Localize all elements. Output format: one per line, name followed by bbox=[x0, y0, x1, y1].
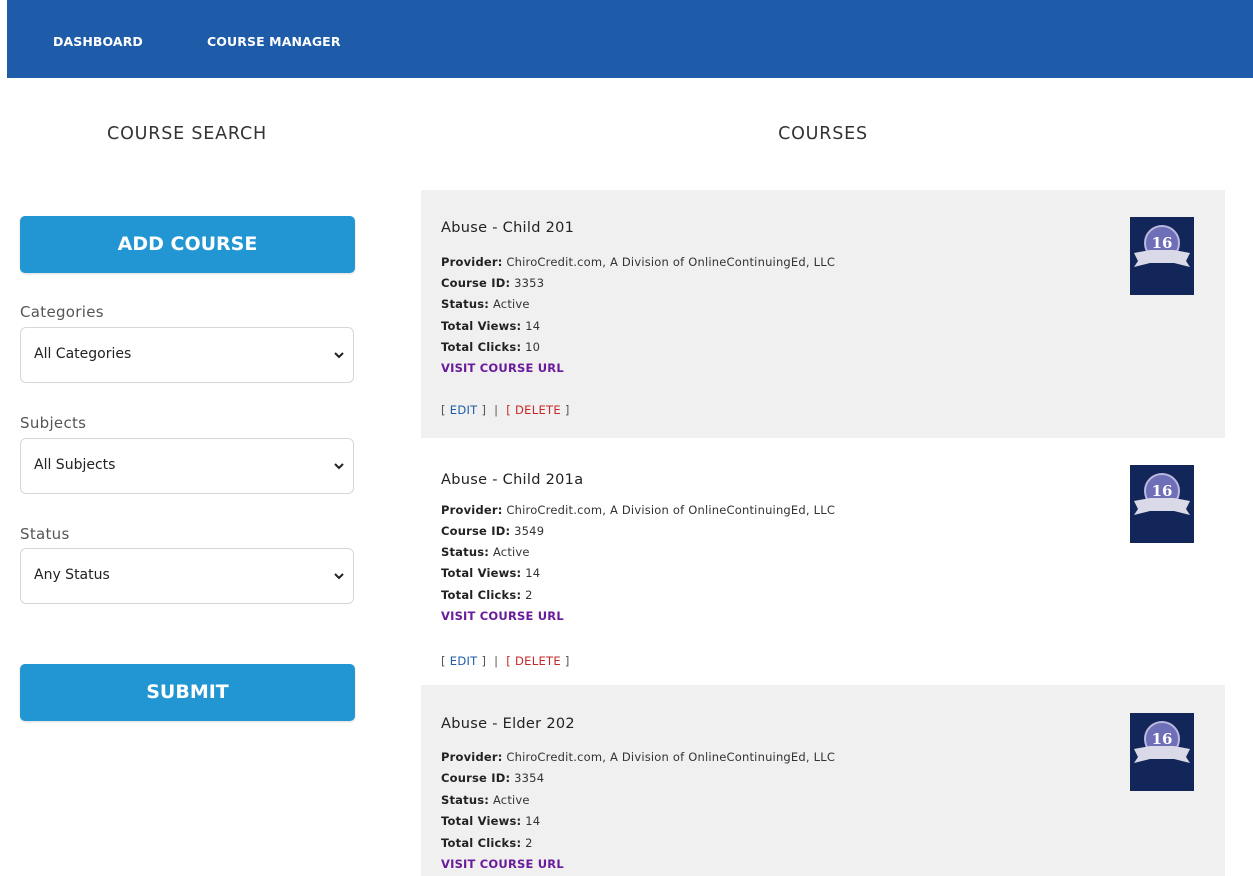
course-actions: [ EDIT ] | [ DELETE ] bbox=[441, 403, 570, 417]
submit-button[interactable]: SUBMIT bbox=[20, 664, 355, 721]
status-value: Active bbox=[492, 793, 530, 807]
subjects-label: Subjects bbox=[20, 414, 87, 432]
course-clicks: Total Clicks: 2 bbox=[441, 836, 533, 850]
clicks-label: Total Clicks: bbox=[441, 340, 522, 354]
status-label: Status bbox=[20, 525, 70, 543]
courses-heading: COURSES bbox=[778, 124, 868, 144]
provider-value: ChiroCredit.com, A Division of OnlineCon… bbox=[506, 750, 836, 764]
status-select[interactable]: Any Status bbox=[20, 548, 354, 604]
nav-dashboard[interactable]: DASHBOARD bbox=[53, 34, 143, 49]
course-clicks: Total Clicks: 2 bbox=[441, 588, 533, 602]
provider-label: Provider: bbox=[441, 750, 503, 764]
course-card: Abuse - Child 201 Provider: ChiroCredit.… bbox=[421, 190, 1225, 438]
anniversary-badge-icon: 16 bbox=[1134, 225, 1190, 267]
course-id: Course ID: 3549 bbox=[441, 524, 544, 538]
anniversary-badge-icon: 16 bbox=[1134, 721, 1190, 763]
visit-course-url-link[interactable]: VISIT COURSE URL bbox=[441, 857, 564, 871]
course-title: Abuse - Child 201 bbox=[441, 220, 575, 236]
course-clicks: Total Clicks: 10 bbox=[441, 340, 540, 354]
status-select-value: Any Status bbox=[34, 567, 110, 583]
anniversary-badge-icon: 16 bbox=[1134, 473, 1190, 515]
categories-label: Categories bbox=[20, 303, 104, 321]
course-id: Course ID: 3354 bbox=[441, 771, 544, 785]
edit-link[interactable]: EDIT bbox=[450, 403, 478, 417]
clicks-label: Total Clicks: bbox=[441, 588, 522, 602]
views-value: 14 bbox=[525, 814, 541, 828]
top-nav-bar: DASHBOARD COURSE MANAGER bbox=[7, 0, 1253, 78]
course-id-value: 3353 bbox=[514, 276, 545, 290]
nav-course-manager[interactable]: COURSE MANAGER bbox=[207, 34, 341, 49]
badge-number: 16 bbox=[1152, 234, 1173, 252]
course-actions: [ EDIT ] | [ DELETE ] bbox=[441, 654, 570, 668]
provider-label: Provider: bbox=[441, 255, 503, 269]
course-views: Total Views: 14 bbox=[441, 814, 540, 828]
provider-label: Provider: bbox=[441, 503, 503, 517]
delete-link[interactable]: DELETE bbox=[515, 654, 561, 668]
course-title: Abuse - Elder 202 bbox=[441, 716, 575, 732]
views-label: Total Views: bbox=[441, 566, 522, 580]
subjects-select[interactable]: All Subjects bbox=[20, 438, 354, 494]
status-field-label: Status: bbox=[441, 297, 490, 311]
course-id: Course ID: 3353 bbox=[441, 276, 544, 290]
views-value: 14 bbox=[525, 319, 541, 333]
add-course-button[interactable]: ADD COURSE bbox=[20, 216, 355, 273]
course-thumbnail: 16 bbox=[1130, 217, 1194, 295]
provider-value: ChiroCredit.com, A Division of OnlineCon… bbox=[506, 503, 836, 517]
status-field-label: Status: bbox=[441, 793, 490, 807]
visit-course-url-link[interactable]: VISIT COURSE URL bbox=[441, 361, 564, 375]
chevron-down-icon bbox=[334, 352, 344, 359]
chevron-down-icon bbox=[334, 573, 344, 580]
visit-course-url-link[interactable]: VISIT COURSE URL bbox=[441, 609, 564, 623]
course-id-label: Course ID: bbox=[441, 771, 511, 785]
course-provider: Provider: ChiroCredit.com, A Division of… bbox=[441, 503, 835, 517]
badge-number: 16 bbox=[1152, 730, 1173, 748]
course-search-heading: COURSE SEARCH bbox=[107, 124, 267, 144]
course-views: Total Views: 14 bbox=[441, 319, 540, 333]
course-id-value: 3354 bbox=[514, 771, 545, 785]
provider-value: ChiroCredit.com, A Division of OnlineCon… bbox=[506, 255, 836, 269]
views-value: 14 bbox=[525, 566, 541, 580]
subjects-select-value: All Subjects bbox=[34, 457, 116, 473]
delete-link[interactable]: DELETE bbox=[515, 403, 561, 417]
course-provider: Provider: ChiroCredit.com, A Division of… bbox=[441, 255, 835, 269]
course-views: Total Views: 14 bbox=[441, 566, 540, 580]
status-value: Active bbox=[492, 545, 530, 559]
chevron-down-icon bbox=[334, 463, 344, 470]
clicks-value: 2 bbox=[525, 836, 533, 850]
clicks-value: 10 bbox=[525, 340, 541, 354]
course-thumbnail: 16 bbox=[1130, 713, 1194, 791]
status-value: Active bbox=[492, 297, 530, 311]
course-provider: Provider: ChiroCredit.com, A Division of… bbox=[441, 750, 835, 764]
views-label: Total Views: bbox=[441, 814, 522, 828]
status-field-label: Status: bbox=[441, 545, 490, 559]
course-status: Status: Active bbox=[441, 545, 530, 559]
course-card: Abuse - Elder 202 Provider: ChiroCredit.… bbox=[421, 685, 1225, 876]
course-title: Abuse - Child 201a bbox=[441, 472, 584, 488]
badge-number: 16 bbox=[1152, 482, 1173, 500]
categories-select[interactable]: All Categories bbox=[20, 327, 354, 383]
categories-select-value: All Categories bbox=[34, 346, 132, 362]
clicks-label: Total Clicks: bbox=[441, 836, 522, 850]
clicks-value: 2 bbox=[525, 588, 533, 602]
views-label: Total Views: bbox=[441, 319, 522, 333]
course-id-label: Course ID: bbox=[441, 524, 511, 538]
course-status: Status: Active bbox=[441, 297, 530, 311]
course-id-value: 3549 bbox=[514, 524, 545, 538]
course-id-label: Course ID: bbox=[441, 276, 511, 290]
course-card: Abuse - Child 201a Provider: ChiroCredit… bbox=[421, 438, 1225, 685]
course-status: Status: Active bbox=[441, 793, 530, 807]
course-thumbnail: 16 bbox=[1130, 465, 1194, 543]
edit-link[interactable]: EDIT bbox=[450, 654, 478, 668]
